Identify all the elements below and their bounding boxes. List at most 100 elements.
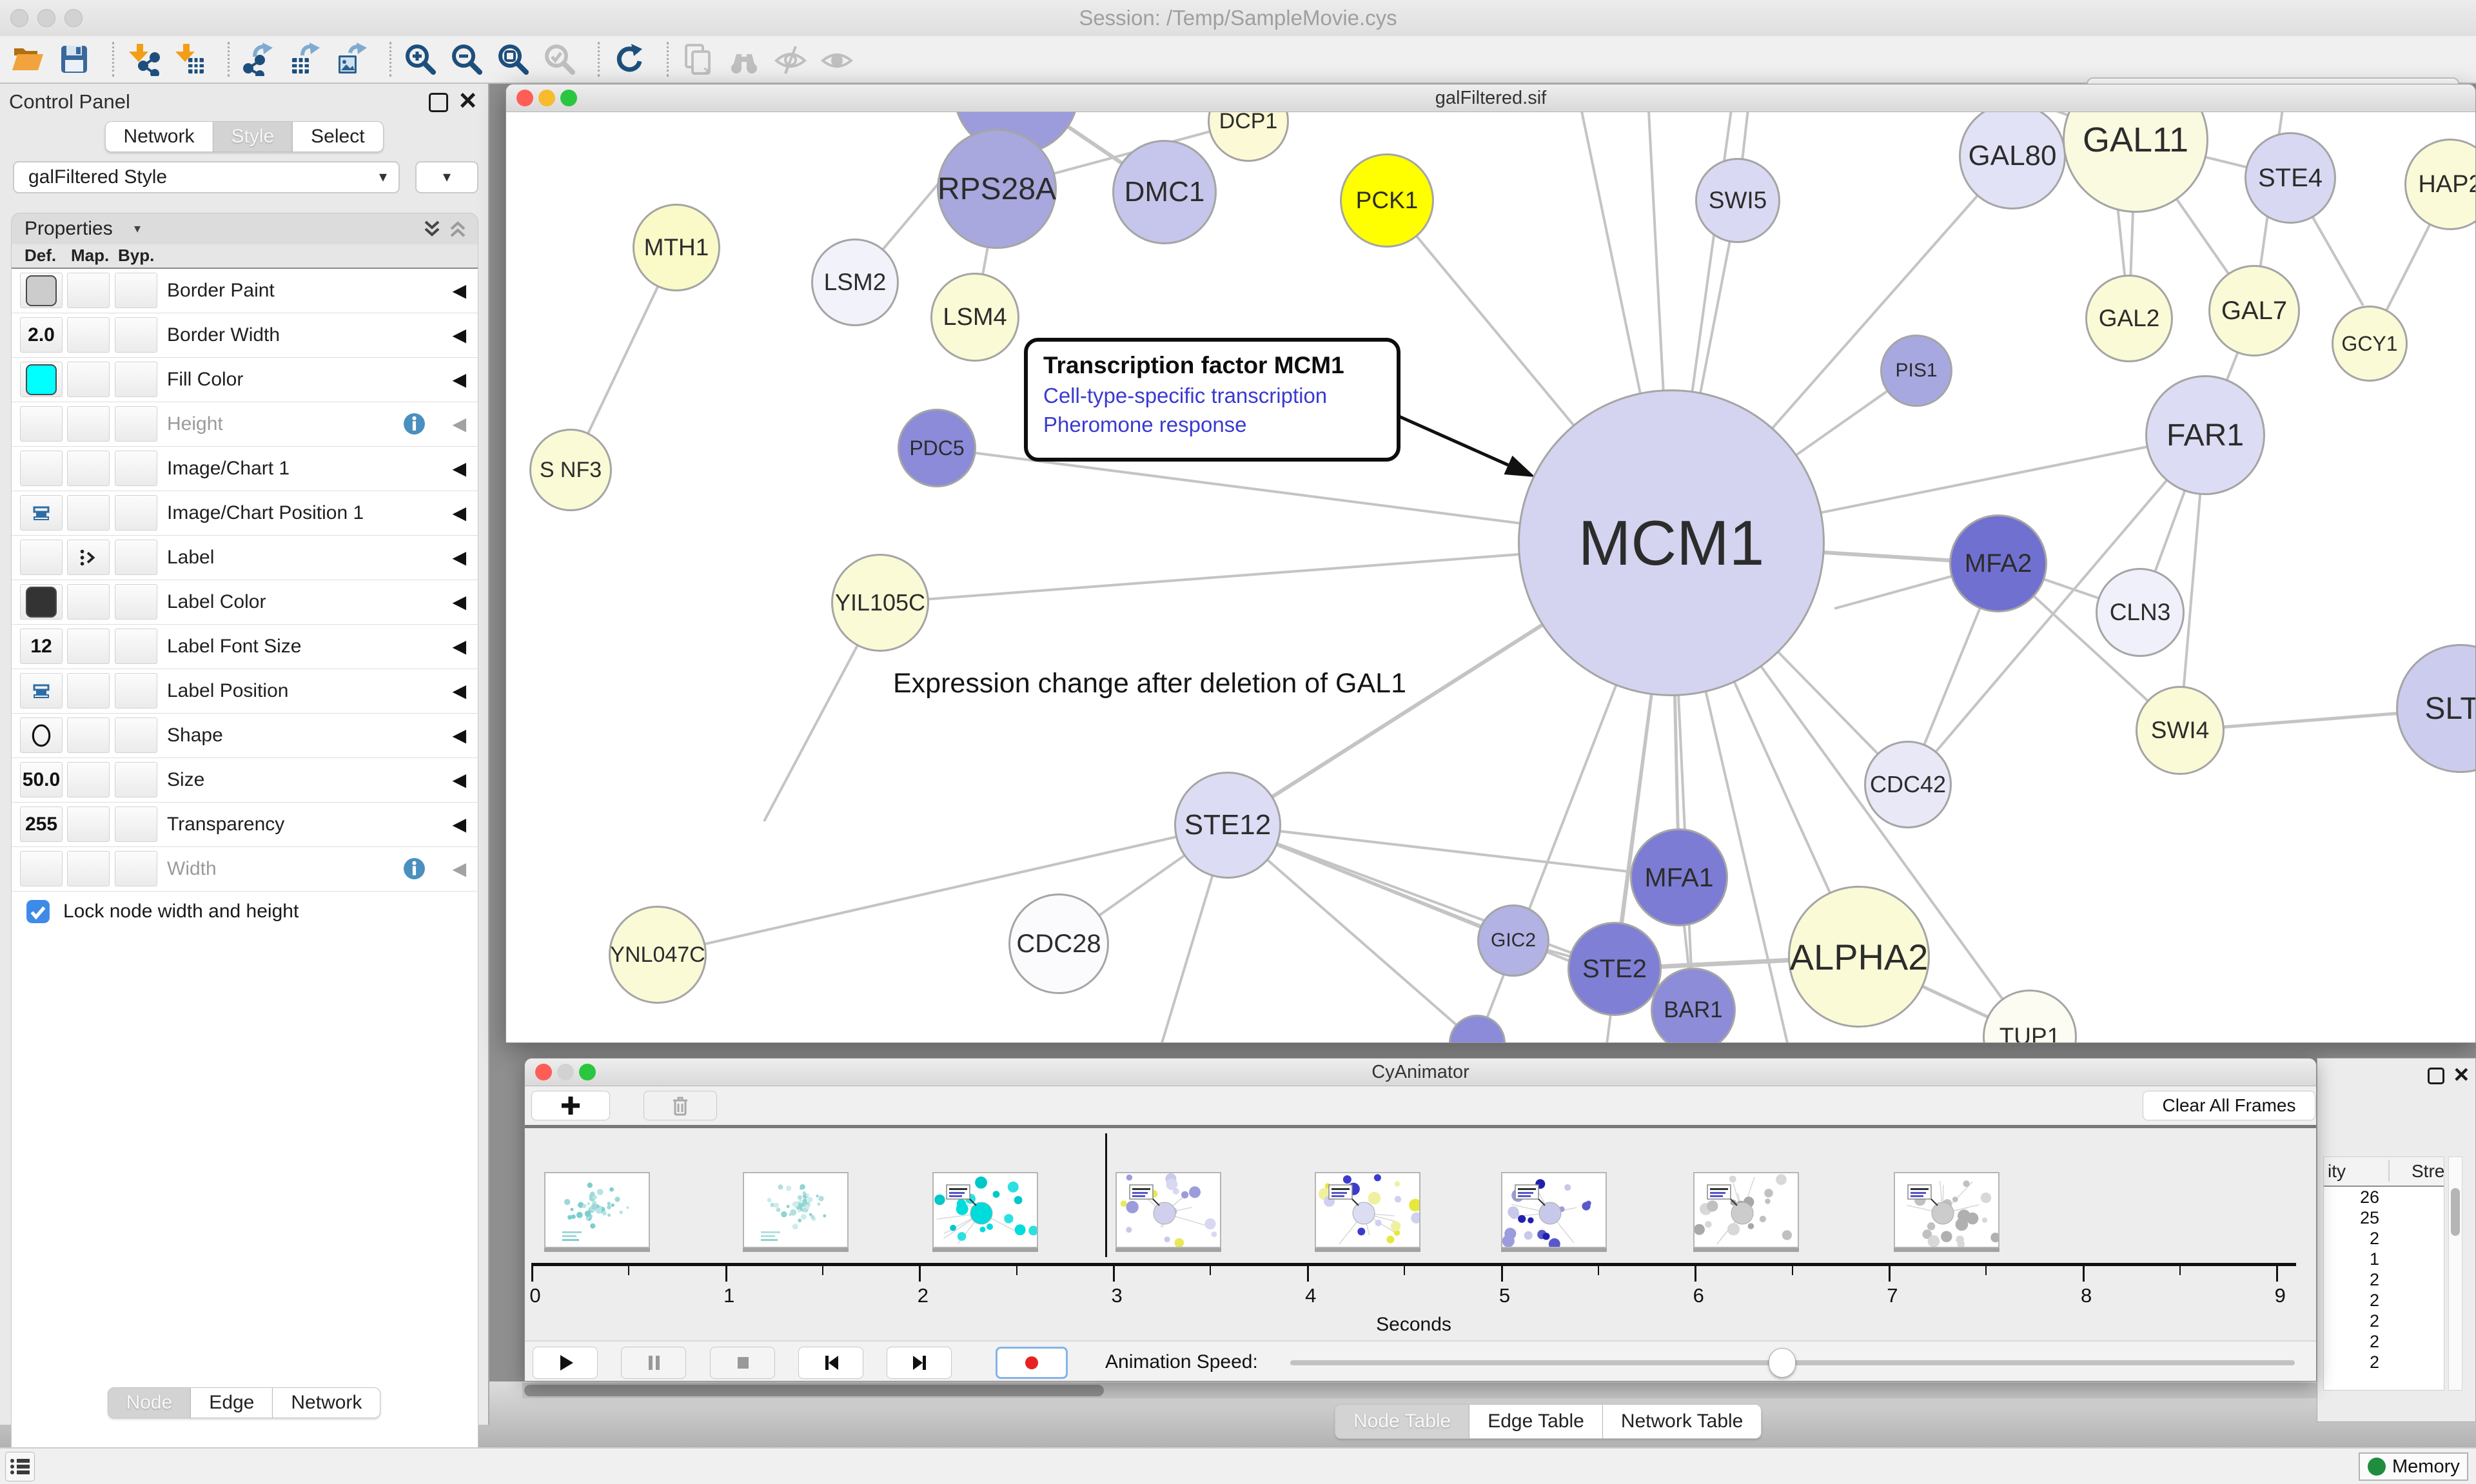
node-gic2[interactable]: GIC2 bbox=[1477, 904, 1549, 977]
mapping-cell[interactable] bbox=[67, 317, 110, 353]
mapping-cell[interactable] bbox=[67, 495, 110, 531]
timeline-frame-6[interactable] bbox=[1501, 1172, 1607, 1248]
property-row-border-width[interactable]: 2.0Border Width◀ bbox=[12, 313, 478, 358]
table-row[interactable]: 1 bbox=[2324, 1249, 2444, 1269]
mapping-cell[interactable] bbox=[67, 540, 110, 575]
task-history-button[interactable] bbox=[5, 1452, 35, 1481]
node-cln3[interactable]: CLN3 bbox=[2096, 568, 2185, 657]
node-far1[interactable]: FAR1 bbox=[2145, 375, 2265, 495]
property-row-fill-color[interactable]: Fill Color◀ bbox=[12, 358, 478, 402]
mapping-cell[interactable] bbox=[67, 362, 110, 397]
node-alpha2[interactable]: ALPHA2 bbox=[1788, 886, 1930, 1028]
delete-frame-button[interactable] bbox=[644, 1091, 717, 1120]
scrollbar-thumb[interactable] bbox=[524, 1385, 1104, 1396]
style-options-button[interactable]: ▾ bbox=[415, 161, 478, 193]
expand-arrow-icon[interactable]: ◀ bbox=[452, 580, 466, 624]
timeline-frame-8[interactable] bbox=[1894, 1172, 1999, 1248]
bypass-cell[interactable] bbox=[115, 584, 157, 620]
slider-thumb[interactable] bbox=[1769, 1348, 1796, 1378]
memory-button[interactable]: Memory bbox=[2359, 1452, 2468, 1481]
node-pis1[interactable]: PIS1 bbox=[1880, 335, 1952, 407]
timeline-frame-5[interactable] bbox=[1315, 1172, 1420, 1248]
property-row-label-font-size[interactable]: 12Label Font Size◀ bbox=[12, 625, 478, 669]
node-gal7[interactable]: GAL7 bbox=[2208, 265, 2300, 356]
collapse-all-icon[interactable] bbox=[448, 219, 467, 239]
default-value-cell[interactable] bbox=[20, 540, 63, 575]
bypass-cell[interactable] bbox=[115, 451, 157, 486]
bypass-cell[interactable] bbox=[115, 406, 157, 442]
expand-arrow-icon[interactable]: ◀ bbox=[452, 803, 466, 846]
search-toggle-button[interactable] bbox=[725, 41, 763, 78]
stop-button[interactable] bbox=[710, 1347, 775, 1379]
tab-network-table[interactable]: Network Table bbox=[1603, 1404, 1762, 1439]
table-row[interactable]: 25 bbox=[2324, 1207, 2444, 1228]
network-window-titlebar[interactable]: galFiltered.sif bbox=[506, 84, 2475, 112]
properties-header[interactable]: Properties ▾ bbox=[12, 213, 478, 244]
expand-arrow-icon[interactable]: ◀ bbox=[452, 758, 466, 802]
node-dmc1[interactable]: DMC1 bbox=[1112, 140, 1217, 244]
table-row[interactable]: 2 bbox=[2324, 1352, 2444, 1372]
tab-node-table[interactable]: Node Table bbox=[1335, 1404, 1469, 1439]
mapping-cell[interactable] bbox=[67, 762, 110, 797]
expand-arrow-icon[interactable]: ◀ bbox=[452, 625, 466, 669]
node-lsm2[interactable]: LSM2 bbox=[811, 239, 899, 326]
column-divider[interactable] bbox=[2388, 1160, 2390, 1182]
default-value-cell[interactable] bbox=[20, 584, 63, 620]
node-mcm1[interactable]: MCM1 bbox=[1518, 389, 1825, 696]
node-lsm4[interactable]: LSM4 bbox=[930, 273, 1019, 362]
table-vertical-scrollbar[interactable] bbox=[2448, 1157, 2462, 1391]
timeline-frame-3[interactable] bbox=[932, 1172, 1038, 1248]
expand-arrow-icon[interactable]: ◀ bbox=[452, 269, 466, 313]
tab-network[interactable]: Network bbox=[273, 1387, 380, 1418]
node-gal2[interactable]: GAL2 bbox=[2085, 275, 2173, 362]
horizontal-scrollbar[interactable] bbox=[522, 1383, 2317, 1398]
canvas-caption-text[interactable]: Expression change after deletion of GAL1 bbox=[893, 668, 1406, 699]
animation-timeline[interactable]: 0123456789 Seconds bbox=[525, 1128, 2316, 1341]
property-row-width[interactable]: Width◀ bbox=[12, 847, 478, 892]
node-swi5[interactable]: SWI5 bbox=[1695, 158, 1780, 243]
bypass-cell[interactable] bbox=[115, 495, 157, 531]
table-row[interactable]: 2 bbox=[2324, 1290, 2444, 1311]
node-mth1[interactable]: MTH1 bbox=[633, 204, 720, 291]
property-row-size[interactable]: 50.0Size◀ bbox=[12, 758, 478, 803]
node-mfa2[interactable]: MFA2 bbox=[1949, 514, 2047, 612]
mapping-cell[interactable] bbox=[67, 629, 110, 664]
node-cdc42[interactable]: CDC42 bbox=[1864, 741, 1952, 828]
expand-arrow-icon[interactable]: ◀ bbox=[452, 669, 466, 713]
cyanimator-titlebar[interactable]: CyAnimator bbox=[525, 1059, 2316, 1086]
mapping-cell[interactable] bbox=[67, 718, 110, 753]
annotation-link[interactable]: Pheromone response bbox=[1043, 413, 1397, 437]
tab-select[interactable]: Select bbox=[293, 121, 383, 152]
skip-start-button[interactable] bbox=[798, 1347, 863, 1379]
tab-edge[interactable]: Edge bbox=[191, 1387, 273, 1418]
style-selector-dropdown[interactable]: galFiltered Style ▾ bbox=[13, 161, 400, 193]
bypass-cell[interactable] bbox=[115, 317, 157, 353]
default-value-cell[interactable] bbox=[20, 851, 63, 886]
mapping-cell[interactable] bbox=[67, 451, 110, 486]
network-canvas[interactable]: RPS28BDCP1RPS28ADMC1PCK1SWI5GAL80GAL11ST… bbox=[506, 112, 2475, 1043]
table-row[interactable]: 2 bbox=[2324, 1311, 2444, 1331]
bypass-cell[interactable] bbox=[115, 806, 157, 842]
default-value-cell[interactable] bbox=[20, 495, 63, 531]
expand-arrow-icon[interactable]: ◀ bbox=[452, 536, 466, 580]
table-column-header[interactable]: Stres bbox=[2412, 1161, 2444, 1182]
property-row-border-paint[interactable]: Border Paint◀ bbox=[12, 269, 478, 313]
mapping-cell[interactable] bbox=[67, 851, 110, 886]
bypass-cell[interactable] bbox=[115, 673, 157, 708]
duplicate-button[interactable] bbox=[679, 41, 716, 78]
property-row-image-chart-position-1[interactable]: Image/Chart Position 1◀ bbox=[12, 491, 478, 536]
default-value-cell[interactable] bbox=[20, 673, 63, 708]
table-row[interactable]: 26 bbox=[2324, 1187, 2444, 1207]
import-table-button[interactable] bbox=[171, 41, 208, 78]
bypass-cell[interactable] bbox=[115, 362, 157, 397]
bypass-cell[interactable] bbox=[115, 762, 157, 797]
node-ste2[interactable]: STE2 bbox=[1567, 922, 1662, 1016]
expand-all-icon[interactable] bbox=[422, 219, 442, 239]
expand-arrow-icon[interactable]: ◀ bbox=[452, 714, 466, 757]
annotation-box[interactable]: Transcription factor MCM1 Cell-type-spec… bbox=[1024, 338, 1400, 462]
expand-arrow-icon[interactable]: ◀ bbox=[452, 447, 466, 491]
property-row-label[interactable]: Label◀ bbox=[12, 536, 478, 580]
default-value-cell[interactable]: 12 bbox=[20, 629, 63, 664]
property-row-image-chart-1[interactable]: Image/Chart 1◀ bbox=[12, 447, 478, 491]
annotation-link[interactable]: Cell-type-specific transcription bbox=[1043, 384, 1397, 408]
